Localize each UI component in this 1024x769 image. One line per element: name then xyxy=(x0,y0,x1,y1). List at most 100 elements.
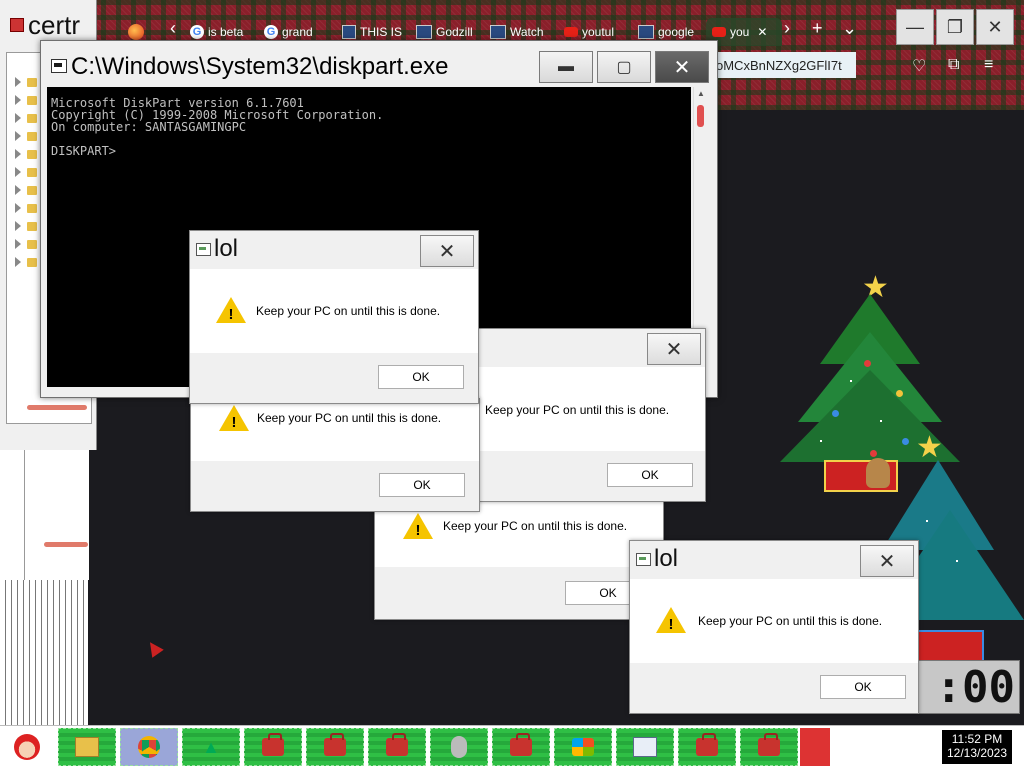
windows-logo-icon xyxy=(572,738,594,756)
expand-icon xyxy=(15,239,21,249)
taskbar-speaker[interactable] xyxy=(430,728,488,766)
message-box[interactable]: ! Keep your PC on until this is done. OK xyxy=(374,500,664,620)
message-text: Keep your PC on until this is done. xyxy=(256,304,441,318)
expand-icon xyxy=(15,221,21,231)
window-icon xyxy=(638,25,654,39)
tab-label: google xyxy=(658,25,695,39)
taskbar-toolbox-2[interactable] xyxy=(306,728,364,766)
dialog-title: lol xyxy=(214,235,239,262)
start-button-santa-icon[interactable] xyxy=(4,728,50,766)
ok-button[interactable]: OK xyxy=(378,365,464,389)
folder-icon xyxy=(27,95,37,105)
console-prompt: DISKPART> xyxy=(51,144,117,158)
ok-button[interactable]: OK xyxy=(607,463,693,487)
browser-maximize-button[interactable]: ❐ xyxy=(936,9,974,45)
youtube-icon xyxy=(564,27,578,37)
scroll-tabs-right-icon[interactable]: › xyxy=(784,18,790,39)
scroll-up-icon[interactable]: ▲ xyxy=(697,89,705,98)
message-box[interactable]: ! Keep your PC on until this is done. OK xyxy=(190,398,480,512)
taskbar-explorer[interactable] xyxy=(58,728,116,766)
message-text: Keep your PC on until this is done. xyxy=(485,403,670,417)
toolbox-icon xyxy=(510,733,532,756)
window-title: certr xyxy=(28,10,80,40)
new-tab-button[interactable]: + xyxy=(812,18,823,39)
expand-icon xyxy=(15,203,21,213)
ok-button[interactable]: OK xyxy=(379,473,465,497)
news-icon xyxy=(633,737,657,757)
folder-icon xyxy=(27,221,37,231)
scrollbar-thumb[interactable] xyxy=(27,405,87,410)
taskbar: ▲ xyxy=(0,725,1024,769)
clock-time: 11:52 PM xyxy=(951,732,1003,746)
message-box-lol[interactable]: lol ✕ ! Keep your PC on until this is do… xyxy=(629,540,919,714)
taskbar-chrome[interactable] xyxy=(120,728,178,766)
folder-icon xyxy=(27,149,37,159)
console-title: C:\Windows\System32\diskpart.exe xyxy=(71,53,449,80)
taskbar-spacer xyxy=(800,728,830,766)
browser-close-button[interactable]: ✕ xyxy=(976,9,1014,45)
tab-label: you xyxy=(730,25,750,39)
expand-icon xyxy=(15,77,21,87)
console-minimize-button[interactable]: ▬ xyxy=(539,51,593,83)
system-clock[interactable]: 11:52 PM 12/13/2023 xyxy=(942,730,1012,764)
app-icon xyxy=(636,553,651,566)
console-icon xyxy=(51,59,67,73)
chrome-icon xyxy=(138,736,160,758)
window-icon xyxy=(342,25,356,39)
taskbar-toolbox-6[interactable] xyxy=(740,728,798,766)
window-icon xyxy=(490,25,506,39)
taskbar-tree-app[interactable]: ▲ xyxy=(182,728,240,766)
folder-icon xyxy=(27,257,37,267)
toolbox-icon xyxy=(262,733,284,756)
expand-icon xyxy=(15,113,21,123)
toolbox-icon xyxy=(324,733,346,756)
google-icon: G xyxy=(190,25,204,39)
dialog-title: lol xyxy=(654,545,679,572)
taskbar-toolbox-5[interactable] xyxy=(678,728,736,766)
dialog-close-button[interactable]: ✕ xyxy=(420,235,474,267)
dialog-close-button[interactable]: ✕ xyxy=(647,333,701,365)
background-window-2 xyxy=(0,450,89,725)
speaker-icon xyxy=(451,736,467,758)
scrollbar-thumb[interactable] xyxy=(697,105,704,127)
taskbar-toolbox-1[interactable] xyxy=(244,728,302,766)
expand-icon xyxy=(15,167,21,177)
toolbox-icon xyxy=(758,733,780,756)
youtube-icon xyxy=(712,27,726,37)
tab-label: Watch xyxy=(510,25,544,39)
scrollbar-thumb[interactable] xyxy=(44,542,88,547)
taskbar-toolbox-3[interactable] xyxy=(368,728,426,766)
gift-boxes-icon xyxy=(910,630,984,662)
close-tab-icon[interactable]: ✕ xyxy=(757,25,767,39)
folder-icon xyxy=(27,167,37,177)
expand-icon xyxy=(15,185,21,195)
folder-icon xyxy=(27,77,37,87)
app-icon xyxy=(196,243,211,256)
tab-label: THIS IS xyxy=(359,25,402,39)
tab-list-button[interactable]: ⌄ xyxy=(842,18,857,39)
taskbar-toolbox-4[interactable] xyxy=(492,728,550,766)
browser-minimize-button[interactable]: — xyxy=(896,9,934,45)
ok-button[interactable]: OK xyxy=(820,675,906,699)
taskbar-news[interactable] xyxy=(616,728,674,766)
toolbox-icon xyxy=(696,733,718,756)
app-icon xyxy=(10,18,24,32)
message-box-lol[interactable]: lol ✕ ! Keep your PC on until this is do… xyxy=(189,230,479,404)
dialog-close-button[interactable]: ✕ xyxy=(860,545,914,577)
message-box[interactable]: ✕ Keep your PC on until this is done. OK xyxy=(476,328,706,502)
extensions-icon[interactable]: ⧉ xyxy=(948,56,959,74)
expand-icon xyxy=(15,149,21,159)
scroll-tabs-left-icon[interactable]: ‹ xyxy=(170,18,176,39)
console-close-button[interactable]: ✕ xyxy=(655,51,709,83)
expand-icon xyxy=(15,131,21,141)
menu-icon[interactable]: ≡ xyxy=(984,56,993,74)
console-line: On computer: SANTASGAMINGPC xyxy=(51,120,247,134)
taskbar-windows[interactable] xyxy=(554,728,612,766)
message-text: Keep your PC on until this is done. xyxy=(698,614,883,628)
url-bar[interactable]: oMCxBnNZXg2GFlI7t xyxy=(708,52,856,78)
tab-label: youtul xyxy=(582,25,615,39)
console-maximize-button[interactable]: ▢ xyxy=(597,51,651,83)
expand-icon xyxy=(15,95,21,105)
message-text: Keep your PC on until this is done. xyxy=(257,411,442,425)
pocket-icon[interactable]: ♡ xyxy=(912,56,926,76)
